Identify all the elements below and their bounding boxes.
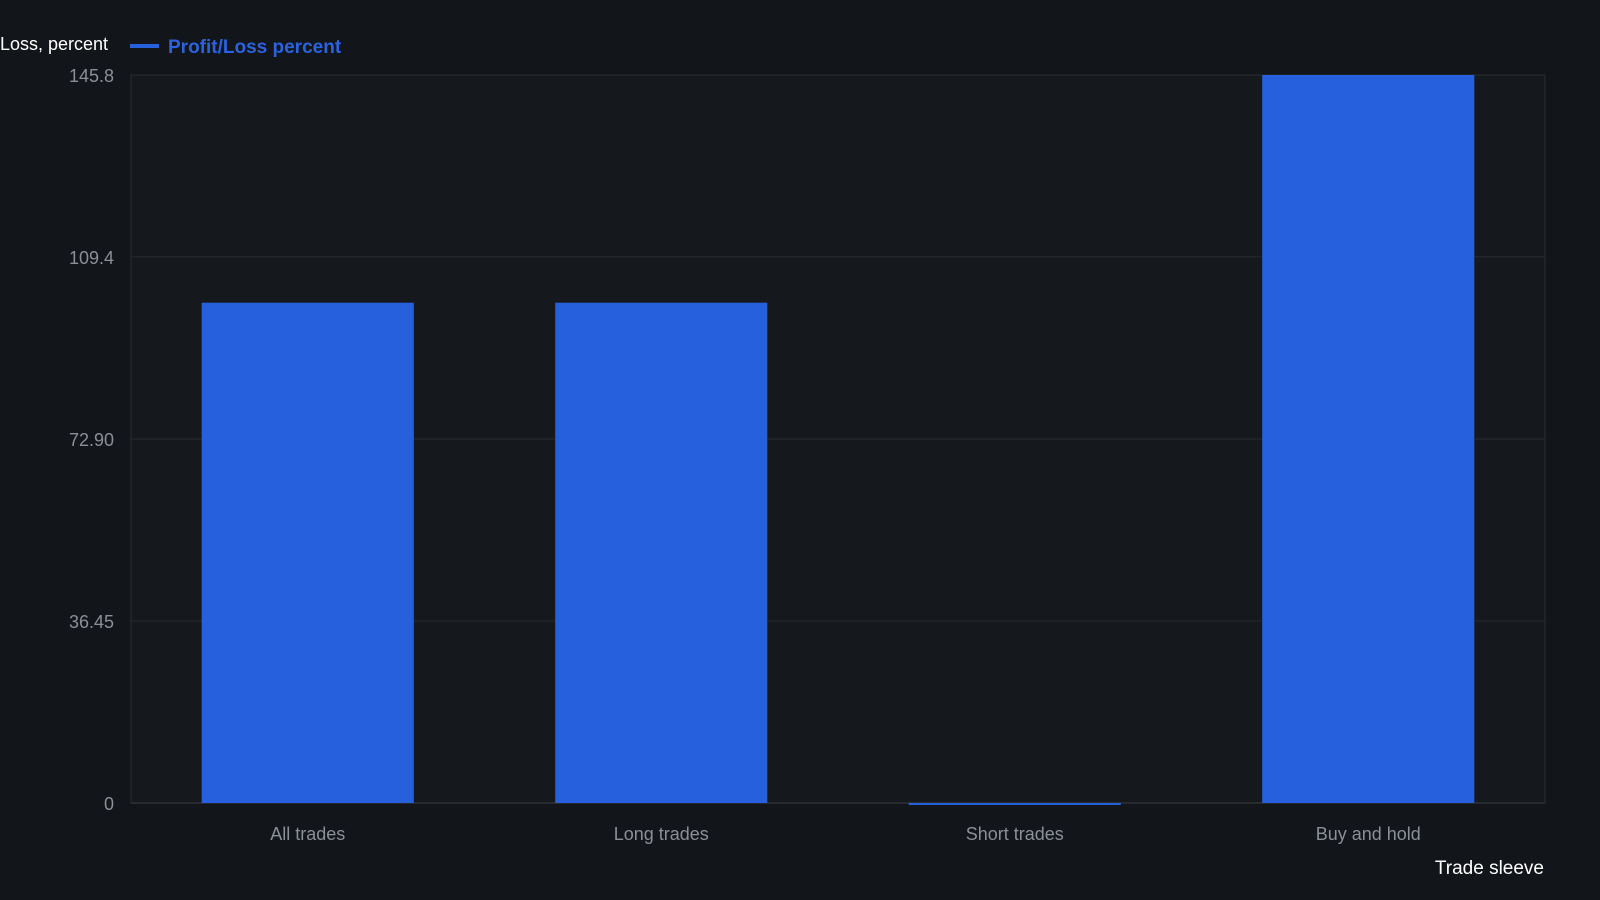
bar-long-trades[interactable] <box>555 302 768 803</box>
bar-chart: 0 36.45 72.90 109.4 145.8 All trades Long tra… <box>0 0 1600 900</box>
x-tick-label: Short trades <box>966 824 1064 844</box>
x-tick-label: All trades <box>270 824 345 844</box>
x-tick-label: Buy and hold <box>1316 824 1421 844</box>
legend-label[interactable]: Profit/Loss percent <box>168 37 342 58</box>
y-tick-label: 145.8 <box>69 66 114 86</box>
y-tick-label: 72.90 <box>69 430 114 450</box>
x-tick-label: Long trades <box>614 824 709 844</box>
y-tick-label: 109.4 <box>69 248 114 268</box>
bar-short-trades[interactable] <box>908 803 1121 805</box>
x-axis-label: Trade sleeve <box>1435 858 1544 879</box>
y-tick-label: 36.45 <box>69 612 114 632</box>
bar-all-trades[interactable] <box>201 302 414 803</box>
bar-buy-and-hold[interactable] <box>1262 75 1475 803</box>
y-tick-label: 0 <box>104 794 114 814</box>
chart-container: 0 36.45 72.90 109.4 145.8 All trades Long tra… <box>0 0 1600 900</box>
y-axis-label: Loss, percent <box>0 34 108 54</box>
